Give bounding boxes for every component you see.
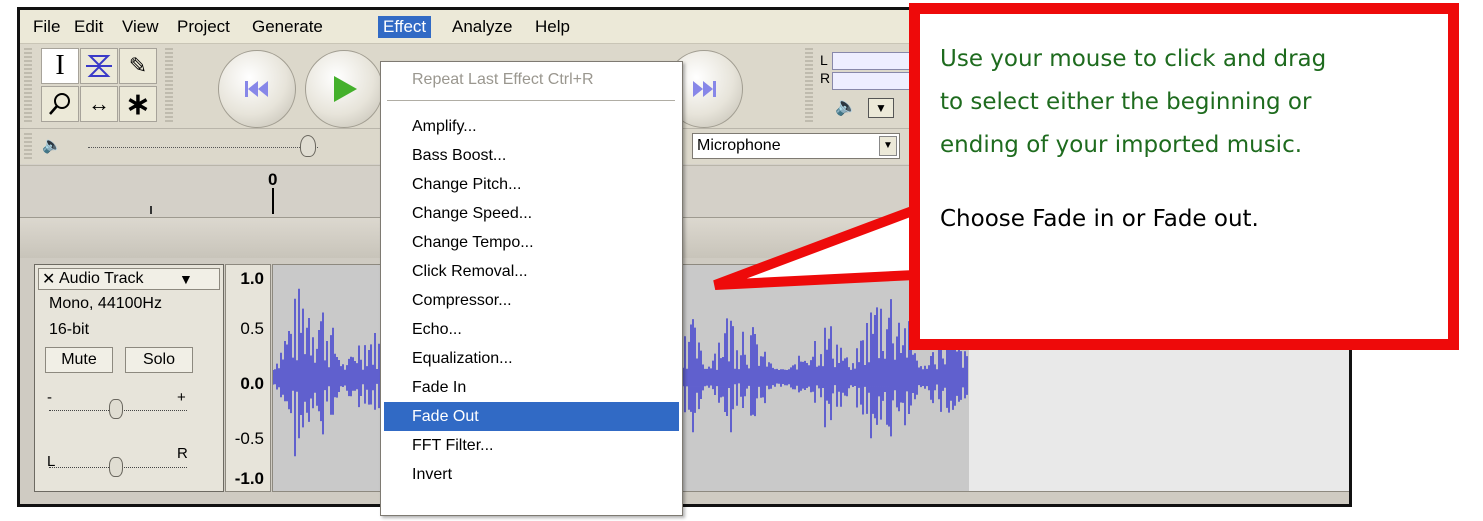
callout-line-4: Choose Fade in or Fade out. (940, 206, 1259, 232)
ruler-zero-tick (272, 188, 274, 214)
menu-item-repeat-last-effect: Repeat Last Effect Ctrl+R (412, 71, 594, 88)
zoom-tool-button[interactable] (41, 86, 79, 122)
time-shift-tool-button[interactable]: ↔ (80, 86, 118, 122)
track-name[interactable]: Audio Track (59, 270, 143, 288)
track-title-bar[interactable]: ✕ Audio Track ▼ (38, 268, 220, 290)
selection-tool-button[interactable]: I (41, 48, 79, 84)
menu-item-amplify[interactable]: Amplify... (384, 112, 679, 141)
menu-edit[interactable]: Edit (72, 16, 105, 38)
output-volume-track (88, 147, 318, 148)
instruction-callout: Use your mouse to click and drag to sele… (909, 3, 1459, 350)
ruler-tick (150, 206, 152, 214)
speaker-icon: 🔈 (835, 96, 858, 116)
toolbar-grip[interactable] (805, 48, 813, 124)
chevron-down-icon: ▼ (883, 140, 893, 151)
menu-generate[interactable]: Generate (250, 16, 325, 38)
menu-item-fade-out[interactable]: Fade Out (384, 402, 679, 431)
select-arrow-button[interactable]: ▼ (879, 136, 897, 156)
vertical-scale: 1.0 0.5 0.0 -0.5 -1.0 (225, 264, 271, 492)
scale-label-zero: 0.0 (240, 374, 264, 393)
output-volume-icon: 🔈 (42, 137, 62, 154)
menu-help[interactable]: Help (533, 16, 572, 38)
skip-start-icon (245, 81, 268, 97)
meter-right-label: R (820, 70, 831, 86)
chevron-down-icon[interactable]: ▼ (179, 271, 193, 287)
multi-tool-button[interactable]: ∗ (119, 86, 157, 122)
callout-line-1: Use your mouse to click and drag (940, 46, 1327, 72)
pencil-icon: ✎ (128, 53, 148, 78)
menu-item-change-tempo[interactable]: Change Tempo... (384, 228, 679, 257)
menu-file[interactable]: File (31, 16, 62, 38)
input-device-value: Microphone (697, 137, 781, 154)
toolbar-grip[interactable] (24, 48, 32, 124)
menu-item-invert[interactable]: Invert (384, 460, 679, 489)
scale-label-lower: -0.5 (234, 429, 264, 448)
double-arrow-icon: ↔ (88, 91, 110, 116)
magnifier-icon (49, 93, 70, 115)
envelope-tool-button[interactable] (80, 48, 118, 84)
skip-start-button[interactable] (218, 50, 296, 128)
menu-item-fade-in[interactable]: Fade In (384, 373, 679, 402)
meter-left-bar (832, 52, 914, 70)
meter-dropdown-button[interactable]: ▼ (868, 98, 894, 118)
menu-analyze[interactable]: Analyze (450, 16, 514, 38)
pan-slider-handle[interactable] (109, 457, 123, 477)
menu-effect[interactable]: Effect (378, 16, 432, 38)
toolbar-grip[interactable] (165, 48, 173, 124)
solo-button[interactable]: Solo (125, 347, 193, 373)
callout-line-3: ending of your imported music. (940, 132, 1303, 158)
gain-plus-label: + (177, 389, 186, 406)
menu-item-echo[interactable]: Echo... (384, 315, 679, 344)
meter-left-label: L (820, 52, 828, 68)
menu-item-fft-filter[interactable]: FFT Filter... (384, 431, 679, 460)
chevron-down-icon: ▼ (875, 101, 887, 115)
draw-tool-button[interactable]: ✎ (119, 48, 157, 84)
menu-item-bass-boost[interactable]: Bass Boost... (384, 141, 679, 170)
scale-label-top: 1.0 (240, 269, 264, 288)
menu-item-change-pitch[interactable]: Change Pitch... (384, 170, 679, 199)
asterisk-icon: ∗ (125, 87, 151, 121)
toolbar-grip[interactable] (24, 133, 32, 161)
mute-button[interactable]: Mute (45, 347, 113, 373)
menu-item-change-speed[interactable]: Change Speed... (384, 199, 679, 228)
scale-label-bottom: -1.0 (234, 469, 264, 488)
ibeam-icon: I (55, 50, 65, 81)
pan-right-label: R (177, 445, 188, 462)
gain-minus-label: - (47, 389, 52, 406)
envelope-icon (86, 55, 112, 77)
skip-end-icon (693, 81, 716, 97)
menu-separator (387, 100, 675, 101)
input-device-select[interactable]: Microphone ▼ (692, 133, 900, 159)
track-bit-depth: 16-bit (49, 321, 90, 338)
play-icon (334, 76, 357, 102)
meter-right-bar (832, 72, 914, 90)
menu-item-equalization[interactable]: Equalization... (384, 344, 679, 373)
menu-item-click-removal[interactable]: Click Removal... (384, 257, 679, 286)
menu-project[interactable]: Project (175, 16, 232, 38)
callout-pointer (713, 205, 917, 290)
track-format: Mono, 44100Hz (49, 295, 162, 312)
menu-item-compressor[interactable]: Compressor... (384, 286, 679, 315)
menu-view[interactable]: View (120, 16, 161, 38)
gain-slider-handle[interactable] (109, 399, 123, 419)
track-control-panel: ✕ Audio Track ▼ Mono, 44100Hz 16-bit Mut… (34, 264, 224, 492)
output-volume-slider[interactable] (300, 135, 316, 157)
ruler-zero-label: 0 (268, 170, 278, 189)
callout-line-2: to select either the beginning or (940, 89, 1312, 115)
play-button[interactable] (305, 50, 383, 128)
scale-label-upper: 0.5 (240, 319, 264, 338)
close-track-icon[interactable]: ✕ (42, 269, 55, 289)
effect-menu-dropdown: Repeat Last Effect Ctrl+R Amplify... Bas… (380, 61, 683, 516)
